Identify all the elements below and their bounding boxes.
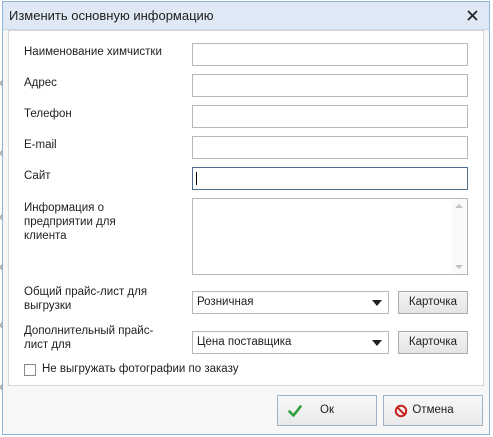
price-list-card-button[interactable]: Карточка [398,291,468,314]
no-photo-checkbox[interactable] [24,364,36,376]
ok-button-label: Ок [320,404,334,416]
dialog-titlebar[interactable]: Изменить основную информацию [3,2,489,30]
price-list-select[interactable]: Розничная [192,291,389,314]
dialog-body: Наименование химчистки Адрес Телефон E-m… [8,30,484,386]
info-textarea[interactable] [192,198,468,275]
textarea-scrollbar[interactable] [452,199,467,274]
chevron-down-icon [372,300,382,306]
name-input[interactable] [192,43,468,66]
address-input[interactable] [192,74,468,97]
extra-price-select[interactable]: Цена поставщика [192,331,389,354]
price-list-label: Общий прайс-лист для выгрузки [24,286,148,312]
edit-info-dialog: Изменить основную информацию Наименовани… [2,1,490,435]
site-input[interactable] [192,167,468,190]
dialog-title: Изменить основную информацию [9,8,214,23]
cancel-button-label: Отмена [412,404,454,416]
chevron-down-icon [372,340,382,346]
site-label: Сайт [24,170,51,182]
info-label: Информация о предприятии для клиента [24,202,116,242]
no-photo-label[interactable]: Не выгружать фотографии по заказу [42,363,238,375]
close-icon [466,9,478,21]
phone-input[interactable] [192,105,468,128]
address-label: Адрес [24,77,57,89]
price-list-value: Розничная [197,296,254,308]
email-input[interactable] [192,136,468,159]
extra-price-label: Дополнительный прайс-лист для [24,325,154,351]
scroll-down-icon[interactable] [455,265,463,269]
name-label: Наименование химчистки [24,46,162,58]
extra-price-value: Цена поставщика [197,336,292,348]
text-caret [196,172,197,185]
cancel-button[interactable]: Отмена [383,395,483,426]
ok-button[interactable]: Ок [277,395,377,426]
scroll-up-icon[interactable] [455,204,463,208]
close-button[interactable] [461,5,483,25]
phone-label: Телефон [24,108,72,120]
email-label: E-mail [24,139,57,151]
extra-price-card-button[interactable]: Карточка [398,331,468,354]
